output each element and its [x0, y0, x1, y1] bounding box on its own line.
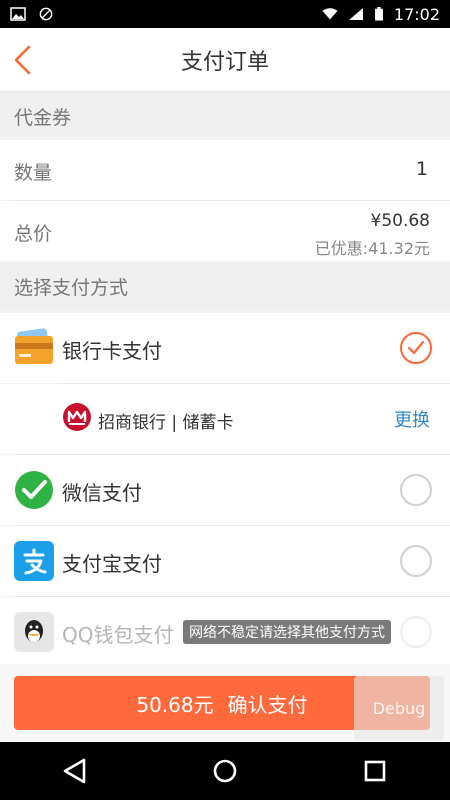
- back-nav-icon[interactable]: [57, 753, 93, 789]
- wechat-pay-icon: [15, 471, 53, 509]
- payment-section-header: 选择支付方式: [0, 262, 450, 310]
- status-bar: 17:02: [0, 0, 450, 28]
- alipay-radio[interactable]: [400, 545, 432, 577]
- debug-button[interactable]: Debug: [354, 676, 444, 740]
- total-price: ¥50.68: [370, 211, 430, 231]
- wechat-radio[interactable]: [400, 474, 432, 506]
- page-title: 支付订单: [180, 49, 269, 75]
- bank-card-radio[interactable]: [400, 332, 432, 364]
- battery-icon: [374, 7, 383, 21]
- cmb-bank-logo-icon: [63, 403, 91, 431]
- image-notification-icon: [10, 7, 26, 21]
- wifi-icon: [322, 8, 338, 20]
- recents-nav-icon[interactable]: [357, 753, 393, 789]
- confirm-amount: 50.68元: [136, 692, 214, 717]
- home-nav-icon[interactable]: [207, 753, 243, 789]
- voucher-label: 代金券: [14, 106, 72, 129]
- network-notice: 网络不稳定请选择其他支付方式: [183, 620, 391, 644]
- wechat-payment-option[interactable]: 微信支付: [0, 455, 450, 525]
- status-time: 17:02: [393, 4, 440, 24]
- checkmark-icon: [408, 340, 424, 355]
- qq-wallet-radio: [400, 616, 432, 648]
- total-row: 总价 ¥50.68 已优惠:41.32元: [0, 201, 450, 261]
- alipay-payment-option[interactable]: 支付宝支付: [0, 526, 450, 596]
- qq-wallet-payment-label: QQ钱包支付: [62, 623, 174, 647]
- voucher-section-header[interactable]: 代金券: [0, 92, 450, 140]
- back-arrow-icon[interactable]: [12, 44, 34, 76]
- change-bank-link[interactable]: 更换: [394, 406, 430, 432]
- wechat-payment-label: 微信支付: [62, 481, 142, 505]
- bank-card-icon: [15, 328, 53, 364]
- total-label: 总价: [14, 223, 53, 245]
- alipay-payment-label: 支付宝支付: [62, 552, 162, 576]
- quantity-value: 1: [415, 158, 428, 180]
- blocked-notification-icon: [39, 7, 53, 21]
- bank-card-payment-label: 银行卡支付: [62, 339, 162, 363]
- bank-name: 招商银行 | 储蓄卡: [98, 413, 234, 433]
- selected-bank-row[interactable]: 招商银行 | 储蓄卡 更换: [0, 384, 450, 454]
- total-discount: 已优惠:41.32元: [314, 239, 430, 258]
- payment-header-label: 选择支付方式: [14, 276, 129, 299]
- signal-icon: [348, 8, 363, 20]
- alipay-icon: [14, 541, 54, 581]
- app-bar: 支付订单: [0, 28, 450, 92]
- bank-card-payment-option[interactable]: 银行卡支付: [0, 313, 450, 383]
- quantity-row: 数量 1: [0, 140, 450, 200]
- navigation-bar: [0, 742, 450, 800]
- confirm-label: 确认支付: [227, 692, 308, 717]
- qq-wallet-icon: [14, 612, 54, 652]
- quantity-label: 数量: [14, 162, 53, 184]
